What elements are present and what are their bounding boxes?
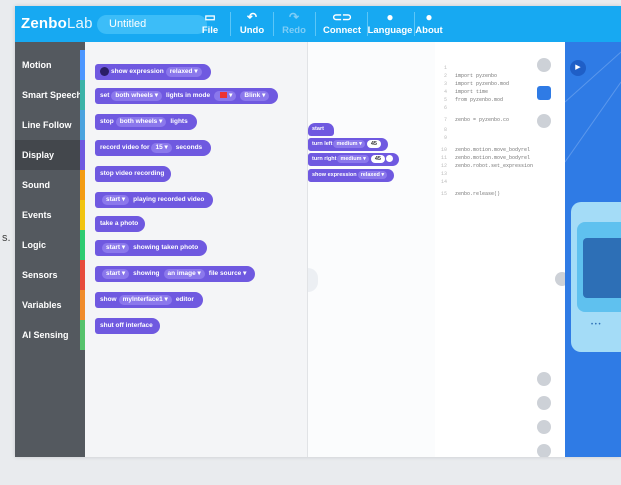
speed-dropdown[interactable]: medium ▾ (337, 155, 369, 163)
category-line-follow[interactable]: Line Follow (15, 110, 85, 140)
block-workspace[interactable]: start turn left medium ▾ 45 turn right medi… (308, 42, 435, 457)
stray-text: s. (2, 232, 11, 244)
mode-dropdown[interactable]: Blink ▾ (240, 91, 270, 101)
selector-icon (385, 155, 393, 163)
info-icon: ● (425, 10, 433, 24)
category-logic[interactable]: Logic (15, 230, 85, 260)
undo-label: Undo (239, 25, 265, 36)
wheels-dropdown[interactable]: both wheels ▾ (111, 91, 163, 101)
degrees-input[interactable]: 45 (370, 155, 385, 163)
block-stop-video-recording[interactable]: stop video recording (95, 166, 172, 182)
app-logo: ZenboLab (21, 15, 93, 32)
zoom-out-icon[interactable] (537, 444, 551, 457)
block-showing-taken-photo[interactable]: start ▾ showing taken photo (95, 240, 208, 256)
block-take-photo[interactable]: take a photo (95, 216, 146, 232)
file-button[interactable]: ▭ File (193, 9, 227, 41)
image-dropdown[interactable]: an image ▾ (163, 269, 205, 279)
speed-dropdown[interactable]: medium ▾ (333, 140, 365, 148)
globe-icon: ● (386, 10, 394, 24)
workspace-turn-left-block[interactable]: turn left medium ▾ 45 (308, 138, 388, 151)
block-flyout: show expression relaxed ▾ set both wheels … (85, 42, 308, 457)
simulator-panel: ▶ • • • (565, 42, 621, 457)
interface-dropdown[interactable]: myInterface1 ▾ (118, 295, 172, 305)
undo-icon: ↶ (246, 10, 258, 24)
file-label: File (201, 25, 219, 36)
category-sound[interactable]: Sound (15, 170, 85, 200)
block-shut-off-interface[interactable]: shut off interface (95, 318, 160, 334)
connect-button[interactable]: ⊂⊃ Connect (319, 9, 365, 41)
workspace-turn-right-block[interactable]: turn right medium ▾ 45 (308, 153, 399, 166)
play-button[interactable]: ▶ (570, 60, 586, 76)
folder-icon: ▭ (204, 10, 216, 24)
start-dropdown[interactable]: start ▾ (102, 195, 130, 205)
panel-toggle-icon[interactable] (537, 86, 551, 100)
block-set-lights[interactable]: set both wheels ▾ lights in mode ▾ Blink ▾ (95, 88, 279, 104)
seconds-dropdown[interactable]: 15 ▾ (151, 143, 172, 153)
start-dropdown[interactable]: start ▾ (102, 243, 130, 253)
block-show-expression[interactable]: show expression relaxed ▾ (95, 64, 211, 80)
expression-dropdown[interactable]: relaxed ▾ (357, 171, 388, 179)
block-playing-recorded-video[interactable]: start ▾ playing recorded video (95, 192, 214, 208)
redo-button[interactable]: ↷ Redo (279, 9, 309, 41)
color-swatch (220, 92, 228, 99)
category-sensors[interactable]: Sensors (15, 260, 85, 290)
toolbar-divider (230, 12, 231, 36)
expression-icon (100, 66, 109, 76)
wheels-dropdown[interactable]: both wheels ▾ (115, 117, 167, 127)
robot-screen (583, 238, 621, 298)
block-show-interface[interactable]: show myInterface1 ▾ editor (95, 292, 203, 308)
workspace-show-expression-block[interactable]: show expression relaxed ▾ (308, 169, 395, 182)
view-icon[interactable] (537, 114, 551, 128)
block-showing-image[interactable]: start ▾ showing an image ▾ file source ▾ (95, 266, 256, 282)
start-dropdown[interactable]: start ▾ (102, 269, 130, 279)
block-stop-lights[interactable]: stop both wheels ▾ lights (95, 114, 197, 130)
category-variables[interactable]: Variables (15, 290, 85, 320)
code-panel: 1 2 import pyzenbo 3 import pyzenbo.mod 4i… (435, 42, 569, 457)
category-sidebar: Motion Smart Speech Line Follow Display … (15, 42, 85, 457)
project-name-field[interactable]: Untitled (97, 15, 207, 34)
app-window: ZenboLab Untitled ▭ File ↶ Undo ↷ Redo ⊂… (15, 6, 621, 457)
toolbar-divider (273, 12, 274, 36)
category-display[interactable]: Display (15, 140, 85, 170)
block-record-video[interactable]: record video for 15 ▾ seconds (95, 140, 212, 156)
link-icon: ⊂⊃ (331, 10, 353, 24)
category-smart-speech[interactable]: Smart Speech (15, 80, 85, 110)
category-ai-sensing[interactable]: AI Sensing (15, 320, 85, 350)
about-label: About (415, 25, 443, 36)
robot-dots: • • • (591, 322, 601, 328)
language-label: Language (367, 25, 413, 36)
color-dropdown[interactable]: ▾ (214, 91, 237, 101)
degrees-input[interactable]: 45 (366, 140, 381, 148)
redo-icon: ↷ (288, 10, 300, 24)
about-button[interactable]: ● About (415, 9, 443, 41)
reset-icon[interactable] (537, 372, 551, 386)
expression-dropdown[interactable]: relaxed ▾ (165, 67, 202, 77)
category-motion[interactable]: Motion (15, 50, 85, 80)
redo-label: Redo (282, 25, 306, 36)
category-events[interactable]: Events (15, 200, 85, 230)
zoom-in-icon[interactable] (537, 396, 551, 410)
language-button[interactable]: ● Language (367, 9, 413, 41)
robot-face-icon[interactable] (537, 58, 551, 72)
zoom-reset-icon[interactable] (537, 420, 551, 434)
connect-label: Connect (323, 25, 361, 36)
robot-preview: • • • (571, 202, 621, 352)
workspace-start-block[interactable]: start (308, 123, 334, 136)
undo-button[interactable]: ↶ Undo (237, 9, 267, 41)
toolbar-divider (315, 12, 316, 36)
top-bar: ZenboLab Untitled ▭ File ↶ Undo ↷ Redo ⊂… (15, 6, 621, 42)
